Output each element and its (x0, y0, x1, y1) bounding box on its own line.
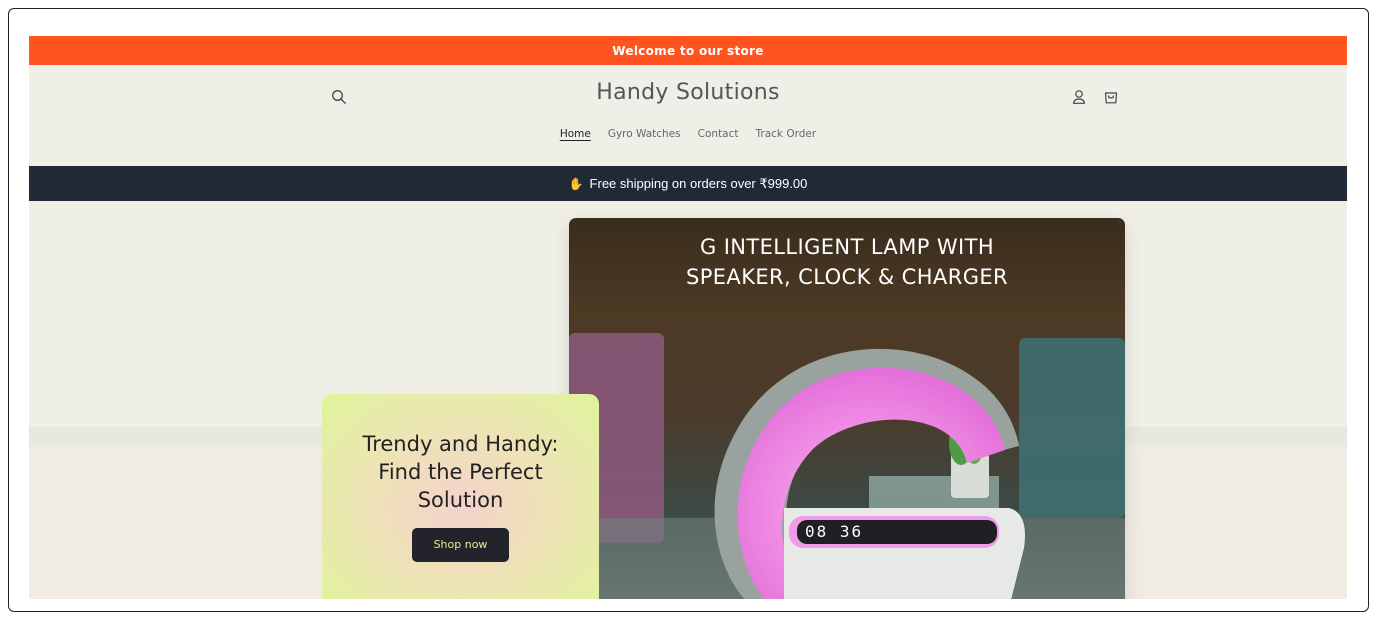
announcement-text: Welcome to our store (612, 43, 764, 58)
nav-link-home[interactable]: Home (560, 128, 591, 140)
account-button[interactable] (1067, 85, 1091, 109)
lamp-clock-display: 08 36 (805, 522, 864, 541)
account-icon (1072, 90, 1086, 104)
site-header: Handy Solutions Home Gyro Watches Contac… (29, 65, 1347, 166)
shop-now-button[interactable]: Shop now (412, 527, 509, 562)
main-nav: Home Gyro Watches Contact Track Order (29, 128, 1347, 140)
nav-link-track-order[interactable]: Track Order (756, 128, 817, 140)
store-logo[interactable]: Handy Solutions (29, 80, 1347, 105)
image-title-line-2: SPEAKER, CLOCK & CHARGER (685, 265, 1009, 289)
cart-button[interactable] (1099, 85, 1123, 109)
hero-section: G INTELLIGENT LAMP WITH SPEAKER, CLOCK &… (29, 201, 1347, 599)
store-page: Welcome to our store Handy Solutions Hom… (29, 36, 1347, 599)
shipping-text: Free shipping on orders over ₹999.00 (589, 175, 808, 191)
waving-hand-icon: ✋ (568, 176, 584, 191)
announcement-bar: Welcome to our store (29, 36, 1347, 65)
promo-card: Trendy and Handy: Find the Perfect Solut… (322, 394, 599, 599)
browser-frame: Welcome to our store Handy Solutions Hom… (8, 8, 1369, 612)
cart-icon (1104, 92, 1118, 104)
nav-link-gyro-watches[interactable]: Gyro Watches (608, 128, 681, 140)
hero-heading: Trendy and Handy: Find the Perfect Solut… (362, 431, 559, 512)
product-image[interactable]: G INTELLIGENT LAMP WITH SPEAKER, CLOCK &… (569, 218, 1125, 599)
shipping-bar: ✋ Free shipping on orders over ₹999.00 (29, 166, 1347, 201)
nav-link-contact[interactable]: Contact (698, 128, 739, 140)
image-title-line-1: G INTELLIGENT LAMP WITH (699, 235, 995, 259)
product-image-title: G INTELLIGENT LAMP WITH SPEAKER, CLOCK &… (569, 232, 1125, 292)
